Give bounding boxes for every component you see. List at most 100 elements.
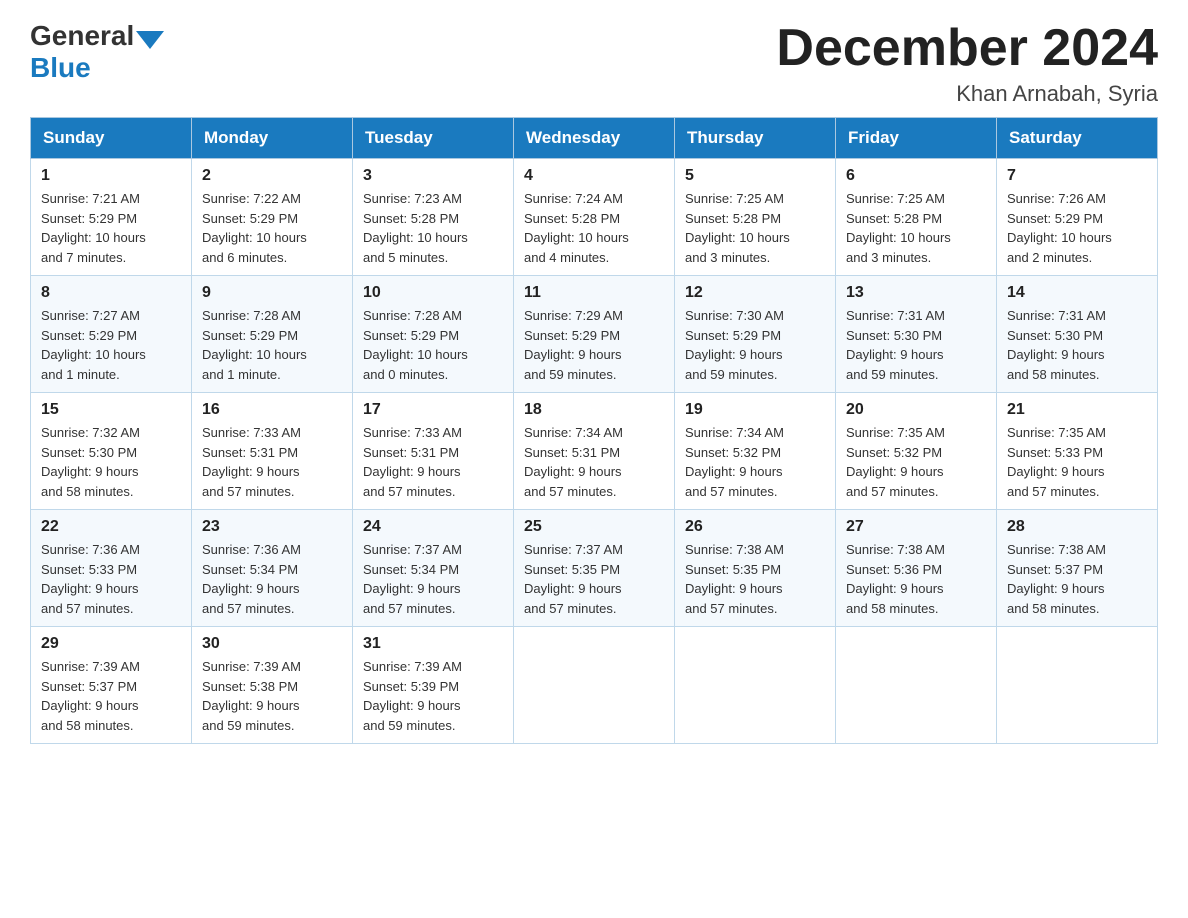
- calendar-cell: 4Sunrise: 7:24 AMSunset: 5:28 PMDaylight…: [514, 159, 675, 276]
- day-number: 24: [363, 518, 503, 536]
- calendar-cell: 16 Sunrise: 7:33 AMSunset: 5:31 PMDayligh…: [192, 393, 353, 510]
- day-info: Sunrise: 7:33 AMSunset: 5:31 PMDaylight:…: [363, 423, 503, 501]
- calendar-cell: 12 Sunrise: 7:30 AMSunset: 5:29 PMDayligh…: [675, 276, 836, 393]
- day-number: 5: [685, 167, 825, 185]
- day-number: 11: [524, 284, 664, 302]
- day-number: 6: [846, 167, 986, 185]
- day-number: 29: [41, 635, 181, 653]
- day-number: 26: [685, 518, 825, 536]
- weekday-header-friday: Friday: [836, 118, 997, 159]
- calendar-cell: 20 Sunrise: 7:35 AMSunset: 5:32 PMDayligh…: [836, 393, 997, 510]
- day-info: Sunrise: 7:27 AMSunset: 5:29 PMDaylight:…: [41, 306, 181, 384]
- calendar-cell: 15Sunrise: 7:32 AMSunset: 5:30 PMDayligh…: [31, 393, 192, 510]
- day-info: Sunrise: 7:34 AMSunset: 5:31 PMDaylight:…: [524, 423, 664, 501]
- day-number: 12: [685, 284, 825, 302]
- week-row-2: 8Sunrise: 7:27 AMSunset: 5:29 PMDaylight…: [31, 276, 1158, 393]
- calendar-cell: 29 Sunrise: 7:39 AMSunset: 5:37 PMDayligh…: [31, 627, 192, 744]
- location-title: Khan Arnabah, Syria: [776, 81, 1158, 107]
- header-row: SundayMondayTuesdayWednesdayThursdayFrid…: [31, 118, 1158, 159]
- day-number: 7: [1007, 167, 1147, 185]
- day-number: 22: [41, 518, 181, 536]
- day-info: Sunrise: 7:23 AMSunset: 5:28 PMDaylight:…: [363, 189, 503, 267]
- day-info: Sunrise: 7:36 AMSunset: 5:34 PMDaylight:…: [202, 540, 342, 618]
- day-info: Sunrise: 7:35 AMSunset: 5:32 PMDaylight:…: [846, 423, 986, 501]
- day-info: Sunrise: 7:28 AMSunset: 5:29 PMDaylight:…: [202, 306, 342, 384]
- day-info: Sunrise: 7:39 AMSunset: 5:37 PMDaylight:…: [41, 657, 181, 735]
- calendar-cell: 5 Sunrise: 7:25 AMSunset: 5:28 PMDaylight…: [675, 159, 836, 276]
- day-number: 23: [202, 518, 342, 536]
- calendar-cell: 22 Sunrise: 7:36 AMSunset: 5:33 PMDayligh…: [31, 510, 192, 627]
- calendar-cell: 18 Sunrise: 7:34 AMSunset: 5:31 PMDayligh…: [514, 393, 675, 510]
- day-info: Sunrise: 7:39 AMSunset: 5:38 PMDaylight:…: [202, 657, 342, 735]
- day-number: 30: [202, 635, 342, 653]
- day-info: Sunrise: 7:29 AMSunset: 5:29 PMDaylight:…: [524, 306, 664, 384]
- calendar-cell: 8Sunrise: 7:27 AMSunset: 5:29 PMDaylight…: [31, 276, 192, 393]
- day-info: Sunrise: 7:36 AMSunset: 5:33 PMDaylight:…: [41, 540, 181, 618]
- day-info: Sunrise: 7:35 AMSunset: 5:33 PMDaylight:…: [1007, 423, 1147, 501]
- calendar-cell: 28 Sunrise: 7:38 AMSunset: 5:37 PMDayligh…: [997, 510, 1158, 627]
- month-title: December 2024: [776, 20, 1158, 77]
- calendar-cell: 31 Sunrise: 7:39 AMSunset: 5:39 PMDayligh…: [353, 627, 514, 744]
- day-number: 25: [524, 518, 664, 536]
- calendar-cell: 27 Sunrise: 7:38 AMSunset: 5:36 PMDayligh…: [836, 510, 997, 627]
- page-header: General Blue December 2024 Khan Arnabah,…: [30, 20, 1158, 107]
- calendar-cell: 23 Sunrise: 7:36 AMSunset: 5:34 PMDayligh…: [192, 510, 353, 627]
- day-number: 9: [202, 284, 342, 302]
- day-info: Sunrise: 7:38 AMSunset: 5:35 PMDaylight:…: [685, 540, 825, 618]
- calendar-cell: 6 Sunrise: 7:25 AMSunset: 5:28 PMDaylight…: [836, 159, 997, 276]
- day-info: Sunrise: 7:38 AMSunset: 5:36 PMDaylight:…: [846, 540, 986, 618]
- day-number: 18: [524, 401, 664, 419]
- day-number: 1: [41, 167, 181, 185]
- day-number: 17: [363, 401, 503, 419]
- logo-general-text: General: [30, 20, 134, 52]
- weekday-header-saturday: Saturday: [997, 118, 1158, 159]
- logo: General Blue: [30, 20, 166, 84]
- calendar-cell: [997, 627, 1158, 744]
- day-number: 2: [202, 167, 342, 185]
- day-info: Sunrise: 7:25 AMSunset: 5:28 PMDaylight:…: [846, 189, 986, 267]
- day-info: Sunrise: 7:24 AMSunset: 5:28 PMDaylight:…: [524, 189, 664, 267]
- day-info: Sunrise: 7:32 AMSunset: 5:30 PMDaylight:…: [41, 423, 181, 501]
- weekday-header-thursday: Thursday: [675, 118, 836, 159]
- calendar-cell: [836, 627, 997, 744]
- calendar-cell: [514, 627, 675, 744]
- day-info: Sunrise: 7:37 AMSunset: 5:34 PMDaylight:…: [363, 540, 503, 618]
- calendar-cell: 10Sunrise: 7:28 AMSunset: 5:29 PMDayligh…: [353, 276, 514, 393]
- title-block: December 2024 Khan Arnabah, Syria: [776, 20, 1158, 107]
- day-info: Sunrise: 7:37 AMSunset: 5:35 PMDaylight:…: [524, 540, 664, 618]
- calendar-table: SundayMondayTuesdayWednesdayThursdayFrid…: [30, 117, 1158, 744]
- day-info: Sunrise: 7:33 AMSunset: 5:31 PMDaylight:…: [202, 423, 342, 501]
- day-info: Sunrise: 7:39 AMSunset: 5:39 PMDaylight:…: [363, 657, 503, 735]
- weekday-header-sunday: Sunday: [31, 118, 192, 159]
- week-row-3: 15Sunrise: 7:32 AMSunset: 5:30 PMDayligh…: [31, 393, 1158, 510]
- day-info: Sunrise: 7:22 AMSunset: 5:29 PMDaylight:…: [202, 189, 342, 267]
- day-number: 28: [1007, 518, 1147, 536]
- weekday-header-wednesday: Wednesday: [514, 118, 675, 159]
- calendar-cell: 17 Sunrise: 7:33 AMSunset: 5:31 PMDayligh…: [353, 393, 514, 510]
- day-info: Sunrise: 7:31 AMSunset: 5:30 PMDaylight:…: [1007, 306, 1147, 384]
- day-info: Sunrise: 7:30 AMSunset: 5:29 PMDaylight:…: [685, 306, 825, 384]
- day-number: 13: [846, 284, 986, 302]
- calendar-cell: 2 Sunrise: 7:22 AMSunset: 5:29 PMDaylight…: [192, 159, 353, 276]
- day-number: 20: [846, 401, 986, 419]
- calendar-cell: 13Sunrise: 7:31 AMSunset: 5:30 PMDayligh…: [836, 276, 997, 393]
- week-row-5: 29 Sunrise: 7:39 AMSunset: 5:37 PMDayligh…: [31, 627, 1158, 744]
- calendar-cell: 1Sunrise: 7:21 AMSunset: 5:29 PMDaylight…: [31, 159, 192, 276]
- day-info: Sunrise: 7:28 AMSunset: 5:29 PMDaylight:…: [363, 306, 503, 384]
- calendar-cell: 26 Sunrise: 7:38 AMSunset: 5:35 PMDayligh…: [675, 510, 836, 627]
- day-number: 21: [1007, 401, 1147, 419]
- day-number: 14: [1007, 284, 1147, 302]
- day-number: 27: [846, 518, 986, 536]
- calendar-cell: 19 Sunrise: 7:34 AMSunset: 5:32 PMDayligh…: [675, 393, 836, 510]
- day-info: Sunrise: 7:38 AMSunset: 5:37 PMDaylight:…: [1007, 540, 1147, 618]
- logo-blue-text: Blue: [30, 52, 91, 84]
- calendar-cell: 14 Sunrise: 7:31 AMSunset: 5:30 PMDayligh…: [997, 276, 1158, 393]
- logo-arrow-icon: [136, 31, 164, 49]
- day-number: 16: [202, 401, 342, 419]
- day-info: Sunrise: 7:34 AMSunset: 5:32 PMDaylight:…: [685, 423, 825, 501]
- day-info: Sunrise: 7:25 AMSunset: 5:28 PMDaylight:…: [685, 189, 825, 267]
- weekday-header-tuesday: Tuesday: [353, 118, 514, 159]
- day-number: 31: [363, 635, 503, 653]
- day-number: 19: [685, 401, 825, 419]
- day-number: 3: [363, 167, 503, 185]
